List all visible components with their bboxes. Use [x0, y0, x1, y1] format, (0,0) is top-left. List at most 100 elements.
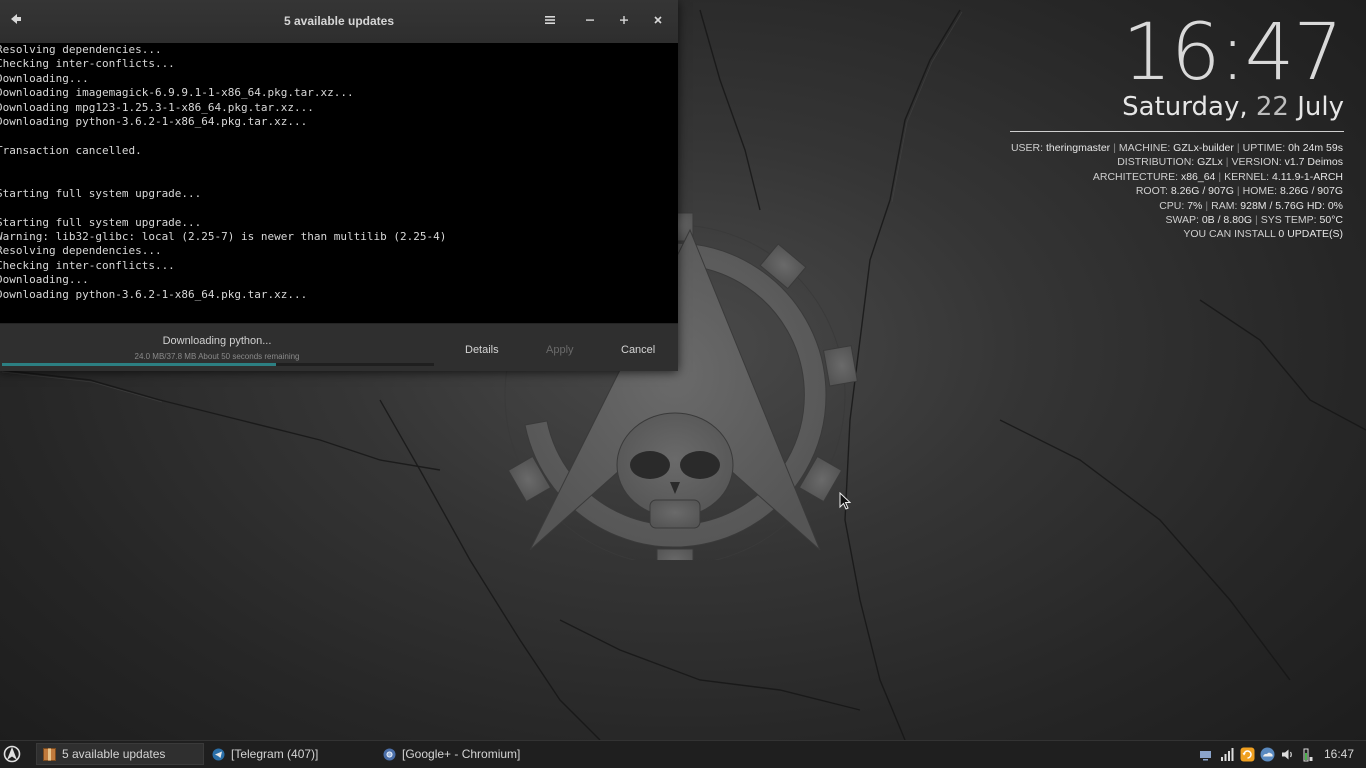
conky-separator: |	[1113, 142, 1116, 154]
update-tray-icon[interactable]	[1240, 747, 1255, 762]
display-icon[interactable]	[1198, 747, 1213, 762]
cancel-button[interactable]: Cancel	[621, 344, 655, 356]
terminal-line: Starting full system upgrade...	[0, 186, 202, 200]
conky-separator: |	[1236, 142, 1240, 154]
conky-separator: |	[1218, 170, 1222, 183]
terminal-line: Resolving dependencies...	[0, 244, 162, 258]
terminal-line: Downloading...	[0, 71, 89, 85]
battery-icon[interactable]	[1300, 747, 1315, 762]
conky-divider	[1010, 131, 1344, 132]
conky-value: v1.7 Deimos	[1281, 156, 1343, 169]
start-menu-button[interactable]	[2, 744, 24, 766]
menu-icon[interactable]	[538, 10, 562, 34]
telegram-icon	[212, 748, 225, 761]
package-icon	[43, 747, 56, 761]
conky-value: 4.11.9-1-ARCH	[1269, 170, 1343, 183]
conky-key: CPU:	[1159, 199, 1185, 212]
conky-value: 8.26G / 907G	[1277, 185, 1343, 198]
status-text: Downloading python...	[162, 335, 272, 347]
terminal-line: Downloading mpg123-1.25.3-1-x86_64.pkg.t…	[0, 100, 314, 114]
date-month: July	[1297, 92, 1344, 122]
volume-icon[interactable]	[1280, 747, 1295, 762]
conky-separator: |	[1225, 156, 1229, 169]
date-day: Saturday,	[1122, 92, 1248, 122]
conky-row: USER: theringmaster | MACHINE: GZLx-builde…	[1011, 141, 1343, 155]
conky-value: 928M / 5.76G HD:	[1237, 199, 1325, 212]
weather-icon[interactable]	[1260, 747, 1275, 762]
conky-value: 0%	[1324, 199, 1343, 212]
apply-button[interactable]: Apply	[546, 344, 574, 356]
terminal-output: Resolving dependencies... Checking inter-…	[0, 43, 678, 323]
conky-info: USER: theringmaster | MACHINE: GZLx-builde…	[1011, 141, 1343, 242]
conky-key: SYS TEMP:	[1260, 214, 1317, 227]
window-titlebar[interactable]: 5 available updates	[0, 0, 678, 44]
taskbar-clock[interactable]: 16:47	[1324, 747, 1354, 761]
terminal-line: Starting full system upgrade...	[0, 215, 202, 229]
terminal-line: Warning: lib32-glibc: local (2.25-7) is …	[0, 230, 447, 244]
conky-value: 8.26G / 907G	[1167, 185, 1234, 198]
conky-value: x86_64	[1178, 170, 1216, 183]
conky-widget: 16:47 Saturday, 22 July USER: theringmas…	[1006, 0, 1366, 245]
conky-key: YOU CAN INSTALL	[1183, 228, 1276, 241]
conky-row: CPU: 7% | RAM: 928M / 5.76G HD: 0%	[1011, 199, 1343, 213]
task-label: 5 available updates	[62, 747, 166, 761]
network-signal-icon[interactable]	[1220, 747, 1235, 762]
system-tray: 16:47	[1186, 741, 1366, 768]
conky-row: ARCHITECTURE: x86_64 | KERNEL: 4.11.9-1-AR…	[1011, 170, 1343, 184]
conky-row: YOU CAN INSTALL 0 UPDATE(S)	[1011, 227, 1343, 241]
maximize-icon[interactable]	[612, 10, 636, 34]
conky-key: ARCHITECTURE:	[1092, 170, 1179, 183]
conky-separator: |	[1205, 199, 1209, 212]
details-button[interactable]: Details	[465, 344, 499, 356]
terminal-line: Downloading...	[0, 273, 89, 287]
task-chromium[interactable]: [Google+ - Chromium]	[377, 743, 567, 765]
task-update-manager[interactable]: 5 available updates	[36, 743, 204, 765]
conky-key: RAM:	[1211, 199, 1238, 212]
conky-key: ROOT:	[1135, 185, 1168, 198]
progress-detail: 24.0 MB/37.8 MB About 50 seconds remaini…	[134, 352, 300, 361]
minimize-icon[interactable]	[578, 10, 602, 34]
taskbar: 5 available updates [Telegram (407)] [Go…	[0, 740, 1366, 768]
conky-value: 7%	[1184, 199, 1203, 212]
conky-key: DISTRIBUTION:	[1117, 156, 1195, 169]
close-icon[interactable]	[646, 10, 670, 34]
conky-key: SWAP:	[1165, 214, 1199, 227]
progress-bar	[2, 363, 434, 366]
conky-key: UPTIME:	[1242, 142, 1286, 154]
conky-row: ROOT: 8.26G / 907G | HOME: 8.26G / 907G	[1011, 184, 1343, 198]
conky-row: DISTRIBUTION: GZLx | VERSION: v1.7 Deimos	[1011, 155, 1343, 169]
conky-value: 0h 24m 59s	[1285, 142, 1343, 154]
mouse-cursor-icon	[839, 492, 851, 510]
conky-separator: |	[1255, 214, 1258, 227]
terminal-line: Downloading python-3.6.2-1-x86_64.pkg.ta…	[0, 287, 308, 301]
terminal-line: Checking inter-conflicts...	[0, 258, 175, 272]
conky-key: VERSION:	[1231, 156, 1282, 169]
conky-value: theringmaster	[1043, 142, 1111, 154]
conky-value: 0B / 8.80G	[1198, 214, 1253, 227]
window-title: 5 available updates	[283, 14, 395, 28]
conky-key: HOME:	[1242, 185, 1278, 198]
conky-row: SWAP: 0B / 8.80G | SYS TEMP: 50°C	[1011, 213, 1343, 227]
conky-value: GZLx-builder	[1170, 142, 1234, 154]
conky-separator: |	[1236, 185, 1240, 198]
terminal-line: Resolving dependencies...	[0, 43, 162, 56]
conky-key: MACHINE:	[1118, 142, 1171, 154]
conky-value: 0 UPDATE(S)	[1275, 228, 1343, 241]
chromium-icon	[383, 748, 396, 761]
task-telegram[interactable]: [Telegram (407)]	[206, 743, 374, 765]
conky-value: GZLx	[1194, 156, 1223, 169]
conky-key: USER:	[1010, 142, 1044, 154]
conky-clock: 16:47	[1122, 8, 1343, 98]
terminal-line: Transaction cancelled.	[0, 143, 142, 157]
update-window: 5 available updates Resolving dependenci…	[0, 0, 678, 371]
conky-key: KERNEL:	[1224, 170, 1270, 183]
terminal-line: Downloading python-3.6.2-1-x86_64.pkg.ta…	[0, 114, 308, 128]
terminal-line: Downloading imagemagick-6.9.9.1-1-x86_64…	[0, 86, 354, 100]
conky-value: 50°C	[1316, 214, 1343, 227]
date-number: 22	[1255, 92, 1289, 122]
task-label: [Telegram (407)]	[231, 747, 319, 761]
conky-date: Saturday, 22 July	[1122, 92, 1344, 122]
